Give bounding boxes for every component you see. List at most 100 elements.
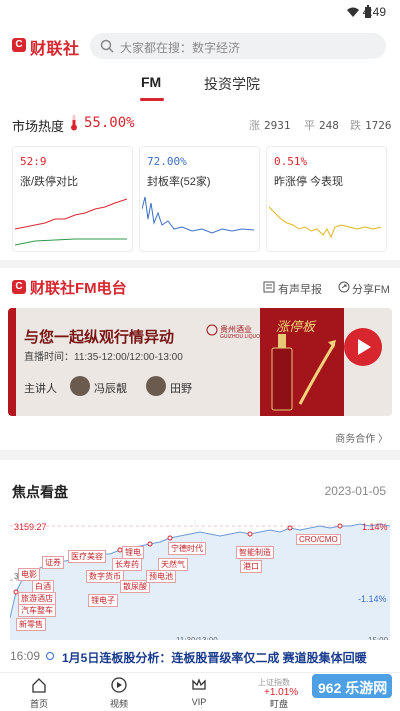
market-heat-value: 55.00%	[84, 115, 135, 131]
app-logo[interactable]: 财联社	[30, 35, 80, 59]
event-tag[interactable]: 智能制造	[236, 546, 274, 559]
nav-video[interactable]: 视频	[94, 673, 144, 711]
event-tag[interactable]: 预电池	[146, 570, 176, 583]
play-circle-icon	[111, 677, 127, 693]
fm-title-brand: 财联社	[30, 280, 76, 297]
card-limit-ratio[interactable]: 52:9 涨/跌停对比	[12, 146, 133, 252]
tab-fm[interactable]: FM	[141, 74, 161, 90]
card-limit-ratio-value: 52:9	[20, 155, 47, 168]
card-seal-rate-label: 封板率(52家)	[147, 176, 211, 188]
stat-down-label: 跌	[350, 119, 361, 132]
host-name: 冯辰靓	[94, 383, 127, 395]
event-marker[interactable]	[167, 535, 173, 541]
audio-morning-news-link[interactable]: 有声早报	[278, 281, 322, 297]
event-tag[interactable]: 港口	[240, 560, 262, 573]
play-icon	[358, 339, 371, 355]
stat-down-value: 1726	[365, 119, 392, 132]
host-name: 田野	[170, 383, 192, 395]
thermometer-icon	[71, 115, 77, 131]
host-avatar	[146, 376, 166, 396]
chart-pct-bottom: -1.14%	[358, 594, 387, 604]
status-bar: 4:49	[0, 0, 400, 24]
card-limit-ratio-label: 涨/跌停对比	[20, 176, 79, 188]
event-marker[interactable]	[287, 525, 293, 531]
bottle-illustration	[271, 334, 336, 411]
summary-cards: 52:9 涨/跌停对比 72.00% 封板率(52家) 0.51% 昨涨停 今表…	[0, 140, 400, 260]
event-tag[interactable]: CRO/CMO	[296, 534, 341, 545]
banner-accent	[8, 308, 16, 416]
share-fm-link[interactable]: 分享FM	[352, 281, 390, 297]
nav-vip-label: VIP	[191, 697, 207, 707]
status-time: 4:49	[362, 5, 386, 19]
card-yesterday-limit-label: 昨涨停 今表现	[274, 176, 344, 188]
chart-pct-top: 1.14%	[362, 522, 388, 532]
play-button[interactable]	[344, 328, 382, 366]
event-marker[interactable]	[247, 531, 253, 537]
event-tag[interactable]: 锂电子	[88, 594, 118, 607]
nav-home-label: 首页	[29, 699, 48, 709]
event-marker[interactable]	[337, 523, 343, 529]
banner-title: 与您一起纵观行情异动	[24, 329, 175, 346]
limit-ratio-sparkline	[15, 198, 128, 246]
audio-news-icon	[263, 281, 275, 293]
site-watermark: 962 乐游网	[312, 670, 394, 702]
event-tag[interactable]: 证券	[42, 556, 64, 569]
home-icon	[32, 678, 46, 693]
yesterday-limit-sparkline	[269, 206, 382, 239]
card-yesterday-limit-value: 0.51%	[274, 155, 308, 168]
app-header: C 财联社 大家都在搜：数字经济	[0, 24, 400, 74]
search-icon	[100, 39, 114, 53]
timeline-dot	[46, 652, 54, 660]
fm-title: 财联社FM电台	[30, 277, 127, 298]
nav-watch[interactable]: 盯盘	[254, 673, 304, 711]
card-seal-rate-value: 72.00%	[147, 155, 187, 168]
news-time: 16:09	[10, 649, 41, 663]
crown-icon	[192, 678, 206, 690]
card-seal-rate[interactable]: 72.00% 封板率(52家)	[139, 146, 260, 252]
news-headline[interactable]: 1月5日连板股分析：连板股晋级率仅二成 赛道股集体回暖	[62, 649, 367, 666]
seal-rate-sparkline	[142, 196, 255, 234]
market-heat-label: 市场热度	[12, 119, 65, 134]
stat-flat-label: 平	[304, 119, 315, 132]
event-tag[interactable]: 新零售	[16, 618, 46, 631]
stat-down: 跌 1726	[350, 117, 392, 133]
product-label: 涨停板	[276, 319, 316, 334]
nav-video-label: 视频	[109, 699, 128, 709]
host-avatar	[70, 376, 90, 396]
business-cooperation-link[interactable]: 商务合作 〉	[335, 430, 388, 445]
event-tag[interactable]: 数字货币	[86, 570, 124, 583]
share-icon	[338, 281, 350, 293]
card-yesterday-limit[interactable]: 0.51% 昨涨停 今表现	[266, 146, 387, 252]
stat-up-value: 2931	[264, 119, 291, 132]
market-heat-row[interactable]: 市场热度 55.00% 涨 2931 平 248 跌 1726	[0, 104, 400, 140]
logo-mark: C	[12, 38, 26, 52]
focus-date: 2023-01-05	[324, 484, 386, 498]
search-placeholder: 大家都在搜：数字经济	[120, 41, 241, 55]
stat-up: 涨 2931	[249, 117, 291, 133]
event-tag[interactable]: 汽车整车	[18, 604, 56, 617]
wifi-icon	[347, 7, 359, 17]
tab-investment-academy[interactable]: 投资学院	[204, 74, 260, 94]
stat-flat: 平 248	[304, 117, 339, 133]
search-bar[interactable]: 大家都在搜：数字经济	[90, 33, 386, 59]
event-tag[interactable]: 医疗美容	[68, 550, 106, 563]
sponsor-logo: 贵州酒业 GUIZHOU LIQUOR	[206, 322, 264, 342]
tab-bar: FM 投资学院	[0, 74, 400, 104]
sponsor-product-box: 涨停板	[260, 308, 344, 416]
banner-broadcast-time: 直播时间：11:35-12:00/12:00-13:00	[24, 352, 183, 363]
nav-vip[interactable]: VIP	[174, 673, 224, 711]
focus-title: 焦点看盘	[12, 484, 68, 500]
news-item[interactable]: 16:09 1月5日连板股分析：连板股晋级率仅二成 赛道股集体回暖	[0, 640, 400, 670]
fm-title-suffix: FM电台	[75, 280, 127, 297]
event-tag[interactable]: 长寿药	[112, 558, 142, 571]
stat-up-label: 涨	[249, 119, 260, 132]
fm-live-banner[interactable]: 与您一起纵观行情异动 直播时间：11:35-12:00/12:00-13:00 …	[8, 308, 392, 416]
active-tab-indicator	[140, 98, 164, 101]
event-marker[interactable]	[147, 541, 153, 547]
fm-section: C 财联社FM电台 有声早报 分享FM 与您一起纵观行情异动 直播时间：11:3…	[0, 268, 400, 450]
nav-home[interactable]: 首页	[14, 673, 64, 711]
hosts-label: 主讲人	[24, 383, 57, 395]
nav-watch-label: 盯盘	[269, 699, 288, 709]
event-tag[interactable]: 宁德时代	[168, 542, 206, 555]
stat-flat-value: 248	[319, 119, 339, 132]
